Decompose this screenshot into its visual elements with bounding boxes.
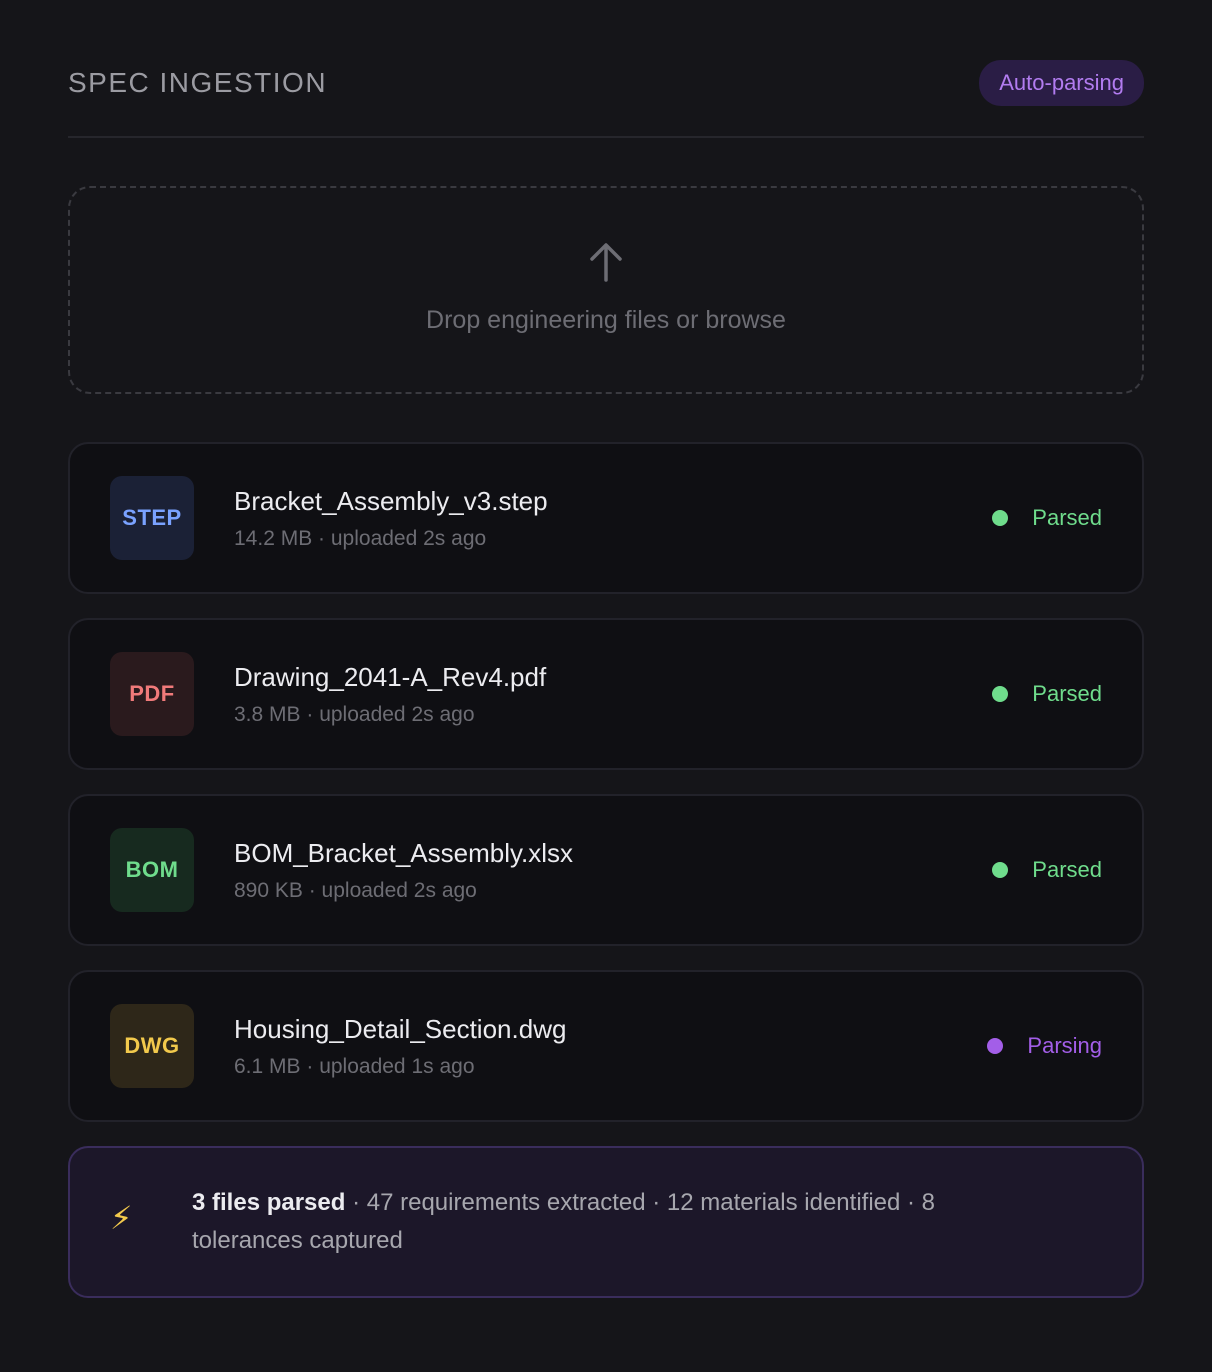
file-type-icon: DWG (110, 1004, 194, 1088)
status-label: Parsing (1027, 1033, 1102, 1058)
summary-bold: 3 files parsed (192, 1189, 346, 1216)
lightning-icon: ⚡ (110, 1200, 133, 1236)
file-type-icon: BOM (110, 828, 194, 912)
file-name: Bracket_Assembly_v3.step (234, 485, 548, 516)
file-meta: 6.1 MB · uploaded 1s ago (234, 1054, 475, 1078)
file-meta: 14.2 MB · uploaded 2s ago (234, 526, 487, 550)
status-badge: Parsed (992, 857, 1102, 883)
status-dot (992, 862, 1009, 878)
file-row[interactable]: BOM BOM_Bracket_Assembly.xlsx 890 KB · u… (68, 794, 1144, 946)
file-row[interactable]: STEP Bracket_Assembly_v3.step 14.2 MB · … (68, 442, 1144, 594)
file-dropzone[interactable]: Drop engineering files or browse (68, 186, 1144, 394)
summary-text: 3 files parsed · 47 requirements extract… (192, 1184, 1012, 1260)
spec-ingestion-panel: SPEC INGESTION Auto-parsing Drop enginee… (68, 0, 1144, 1298)
file-list: STEP Bracket_Assembly_v3.step 14.2 MB · … (68, 442, 1144, 1122)
status-label: Parsed (1032, 681, 1102, 706)
status-label: Parsed (1032, 857, 1102, 882)
file-name: Housing_Detail_Section.dwg (234, 1013, 567, 1044)
status-dot (992, 686, 1009, 702)
dropzone-text: Drop engineering files or browse (426, 305, 786, 334)
panel-title: SPEC INGESTION (68, 67, 328, 98)
status-badge: Parsed (992, 681, 1102, 707)
file-type-icon: STEP (110, 476, 194, 560)
file-name: BOM_Bracket_Assembly.xlsx (234, 837, 574, 868)
status-dot (987, 1038, 1004, 1054)
file-row[interactable]: PDF Drawing_2041-A_Rev4.pdf 3.8 MB · upl… (68, 618, 1144, 770)
panel-header: SPEC INGESTION Auto-parsing (68, 0, 1144, 138)
parse-summary: ⚡ 3 files parsed · 47 requirements extra… (68, 1146, 1144, 1298)
file-meta: 3.8 MB · uploaded 2s ago (234, 702, 475, 726)
status-badge: Parsing (987, 1033, 1102, 1059)
status-dot (992, 510, 1009, 526)
file-type-icon: PDF (110, 652, 194, 736)
file-meta: 890 KB · uploaded 2s ago (234, 878, 477, 902)
file-name: Drawing_2041-A_Rev4.pdf (234, 661, 547, 692)
status-badge: Parsed (992, 505, 1102, 531)
file-row[interactable]: DWG Housing_Detail_Section.dwg 6.1 MB · … (68, 970, 1144, 1122)
auto-parsing-badge: Auto-parsing (979, 60, 1144, 106)
status-label: Parsed (1032, 505, 1102, 530)
arrow-up-icon (590, 242, 622, 282)
